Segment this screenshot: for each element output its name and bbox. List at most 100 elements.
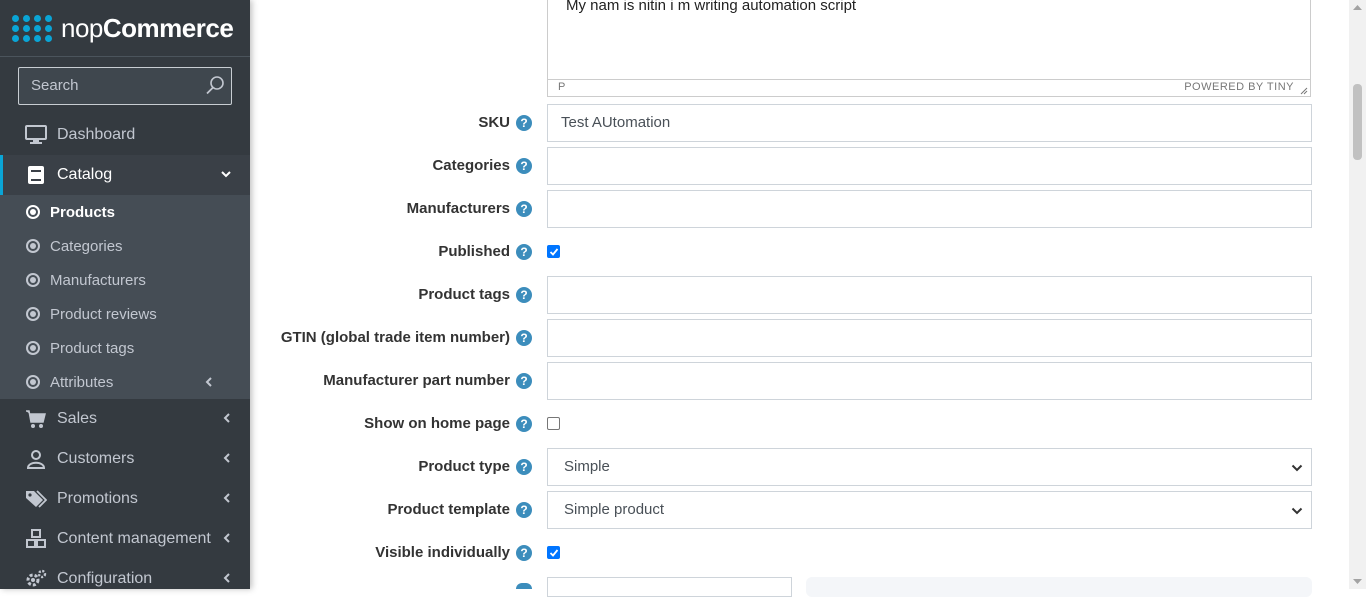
monitor-icon (25, 124, 47, 146)
row-show-on-home: Show on home page ? (250, 405, 1335, 443)
nopcommerce-logo-icon (12, 14, 53, 42)
product-type-value: Simple (564, 458, 610, 475)
sidebar-item-product-reviews[interactable]: Product reviews (0, 297, 250, 331)
published-checkbox[interactable] (547, 245, 560, 258)
scrollbar-thumb[interactable] (1353, 84, 1362, 160)
product-type-select[interactable]: Simple (547, 448, 1312, 486)
chevron-left-icon (223, 533, 230, 543)
sidebar-item-categories[interactable]: Categories (0, 229, 250, 263)
sidebar-item-configuration[interactable]: Configuration (0, 559, 250, 589)
chevron-down-icon (1291, 464, 1303, 472)
sidebar: nopCommerce Dashboard Catalog Products C… (0, 0, 250, 589)
help-icon[interactable] (516, 583, 532, 589)
chevron-down-icon (1291, 507, 1303, 515)
sidebar-item-label: Catalog (57, 166, 113, 183)
circle-dot-icon (26, 239, 40, 253)
tags-icon (25, 488, 47, 510)
book-icon (25, 164, 47, 186)
sidebar-item-label: Product reviews (50, 305, 157, 323)
row-product-type: Product type ? Simple (250, 448, 1335, 486)
circle-dot-icon (26, 341, 40, 355)
sidebar-item-label: Configuration (57, 570, 153, 587)
row-visible-individually: Visible individually ? (250, 534, 1335, 572)
sidebar-item-label: Promotions (57, 490, 138, 507)
show-on-home-checkbox[interactable] (547, 417, 560, 430)
gtin-input[interactable] (547, 319, 1312, 357)
help-icon[interactable]: ? (516, 287, 532, 303)
help-icon[interactable]: ? (516, 459, 532, 475)
mpn-label: Manufacturer part number (323, 372, 510, 389)
search-input[interactable] (19, 68, 201, 102)
published-label: Published (438, 243, 510, 260)
row-mpn: Manufacturer part number ? (250, 362, 1335, 400)
sku-input[interactable]: Test AUtomation (547, 104, 1312, 142)
sidebar-item-catalog[interactable]: Catalog (0, 155, 250, 195)
product-type-label: Product type (418, 458, 510, 475)
row-categories: Categories ? (250, 147, 1335, 185)
sidebar-item-promotions[interactable]: Promotions (0, 479, 250, 519)
chevron-left-icon (223, 453, 230, 463)
sidebar-item-manufacturers[interactable]: Manufacturers (0, 263, 250, 297)
description-editor[interactable]: My nam is nitin i m writing automation s… (547, 0, 1311, 97)
product-template-select[interactable]: Simple product (547, 491, 1312, 529)
chevron-left-icon (223, 573, 230, 583)
cart-icon (25, 408, 47, 430)
sidebar-item-label: Dashboard (57, 126, 136, 143)
sidebar-item-sales[interactable]: Sales (0, 399, 250, 439)
sku-label: SKU (478, 114, 510, 131)
sidebar-item-content-management[interactable]: Content management (0, 519, 250, 559)
editor-content[interactable]: My nam is nitin i m writing automation s… (566, 0, 856, 14)
sidebar-item-dashboard[interactable]: Dashboard (0, 115, 250, 155)
powered-by-tiny-link[interactable]: POWERED BY TINY (1184, 81, 1294, 93)
help-icon[interactable]: ? (516, 416, 532, 432)
product-template-label: Product template (387, 501, 510, 518)
categories-label: Categories (432, 157, 510, 174)
sidebar-item-label: Categories (50, 237, 123, 255)
sidebar-item-label: Product tags (50, 339, 135, 357)
sidebar-nav: Dashboard Catalog Products Categories Ma… (0, 115, 250, 589)
user-icon (25, 448, 47, 470)
next-field-input[interactable] (547, 577, 792, 597)
categories-input[interactable] (547, 147, 1312, 185)
circle-dot-icon (26, 273, 40, 287)
resize-handle-icon[interactable] (1300, 87, 1308, 95)
circle-dot-icon (26, 375, 40, 389)
help-icon[interactable]: ? (516, 373, 532, 389)
help-icon[interactable]: ? (516, 158, 532, 174)
row-sku: SKU ? Test AUtomation (250, 104, 1335, 142)
scroll-up-arrow-icon[interactable] (1353, 4, 1362, 10)
sidebar-item-products[interactable]: Products (0, 195, 250, 229)
sidebar-item-product-tags[interactable]: Product tags (0, 331, 250, 365)
chevron-down-icon (221, 171, 231, 178)
page-scrollbar[interactable] (1349, 0, 1366, 589)
help-icon[interactable]: ? (516, 330, 532, 346)
scroll-down-arrow-icon[interactable] (1353, 579, 1362, 585)
help-icon[interactable]: ? (516, 201, 532, 217)
manufacturers-input[interactable] (547, 190, 1312, 228)
show-on-home-label: Show on home page (364, 415, 510, 432)
sidebar-item-attributes[interactable]: Attributes (0, 365, 250, 399)
search-icon[interactable] (205, 75, 225, 95)
brand[interactable]: nopCommerce (0, 0, 250, 57)
help-icon[interactable]: ? (516, 115, 532, 131)
row-product-template: Product template ? Simple product (250, 491, 1335, 529)
mpn-input[interactable] (547, 362, 1312, 400)
manufacturers-label: Manufacturers (406, 200, 510, 217)
product-edit-form: My nam is nitin i m writing automation s… (250, 0, 1335, 597)
help-icon[interactable]: ? (516, 502, 532, 518)
row-published: Published ? (250, 233, 1335, 271)
product-tags-input[interactable] (547, 276, 1312, 314)
sidebar-item-label: Attributes (50, 373, 114, 391)
cubes-icon (25, 528, 47, 550)
visible-individually-checkbox[interactable] (547, 546, 560, 559)
help-icon[interactable]: ? (516, 244, 532, 260)
sidebar-search (18, 67, 232, 105)
sidebar-item-customers[interactable]: Customers (0, 439, 250, 479)
row-manufacturers: Manufacturers ? (250, 190, 1335, 228)
editor-element-path[interactable]: P (558, 81, 565, 93)
brand-name: nopCommerce (61, 12, 234, 43)
visible-individually-label: Visible individually (375, 544, 510, 561)
product-template-value: Simple product (564, 501, 665, 518)
help-icon[interactable]: ? (516, 545, 532, 561)
sidebar-item-label: Manufacturers (50, 271, 146, 289)
